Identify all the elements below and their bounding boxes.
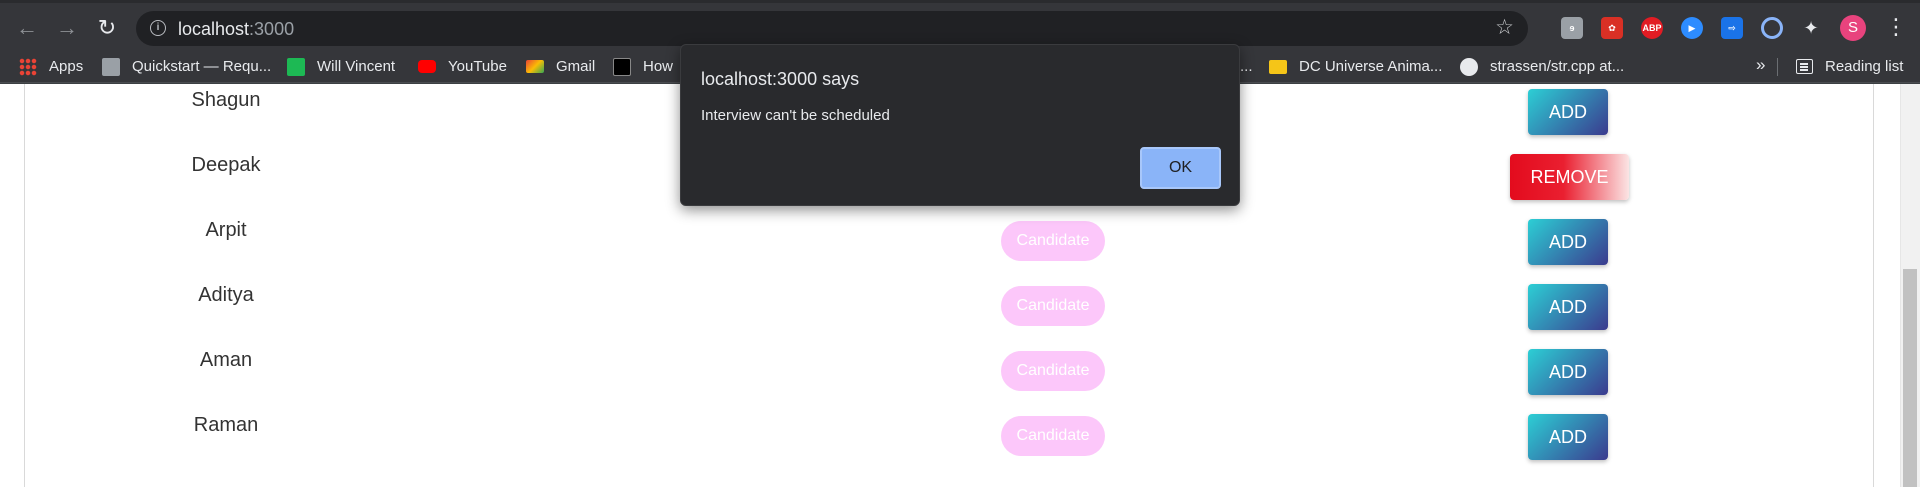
cast-ext-icon[interactable]: ⇨ [1721,17,1743,39]
table-row: Aditya Candidate ADD [0,266,1900,331]
adblock-plus-icon[interactable]: ABP [1641,17,1663,39]
url-host: localhost [178,19,250,39]
paw-ext-icon[interactable]: ✿ [1601,17,1623,39]
role-badge[interactable]: Candidate [1001,286,1105,326]
candidate-name: Aman [199,349,253,371]
add-button[interactable]: ADD [1528,284,1608,330]
url-port: :3000 [249,19,295,39]
candidate-name: Shagun [191,89,261,111]
add-button[interactable]: ADD [1528,349,1608,395]
table-row: Arpit Candidate ADD [0,201,1900,266]
forward-icon[interactable]: → [52,13,82,43]
alert-dialog: localhost:3000 says Interview can't be s… [680,44,1240,206]
back-icon[interactable]: ← [12,13,42,43]
menu-kebab-icon[interactable]: ⋮ [1885,15,1907,39]
role-badge[interactable]: Candidate [1001,416,1105,456]
dialog-message: Interview can't be scheduled [701,107,890,124]
candidate-name: Raman [193,414,259,436]
dialog-title: localhost:3000 says [701,69,860,89]
role-badge[interactable]: Candidate [1001,351,1105,391]
ok-button[interactable]: OK [1140,147,1221,189]
extensions-puzzle-icon[interactable]: ✦ [1800,17,1822,39]
candidate-name: Arpit [205,219,247,241]
role-badge[interactable]: Candidate [1001,221,1105,261]
candidate-name: Aditya [198,284,254,306]
candidate-name: Deepak [191,154,261,176]
add-button[interactable]: ADD [1528,219,1608,265]
reload-icon[interactable]: ↻ [92,13,122,43]
add-button[interactable]: ADD [1528,89,1608,135]
adblock-label: ABP [1642,23,1662,33]
table-row: Raman Candidate ADD [0,396,1900,461]
url-text[interactable]: localhost:3000 [178,19,294,40]
bookmark-star-icon[interactable]: ☆ [1495,15,1514,40]
address-bar[interactable]: i localhost:3000 ☆ [136,11,1528,46]
table-row: Aman Candidate ADD [0,331,1900,396]
evernote-ext-icon[interactable]: ɘ [1561,17,1583,39]
remove-button[interactable]: REMOVE [1510,154,1629,200]
site-info-icon[interactable]: i [150,20,166,36]
add-button[interactable]: ADD [1528,414,1608,460]
zoom-ext-icon[interactable]: ▶ [1681,17,1703,39]
profile-avatar[interactable]: S [1840,15,1866,41]
ring-ext-icon[interactable] [1761,17,1783,39]
scrollbar-thumb[interactable] [1903,269,1917,487]
browser-toolbar: ← → ↻ i localhost:3000 ☆ ɘ ✿ ABP ▶ ⇨ ✦ S… [0,0,1920,50]
